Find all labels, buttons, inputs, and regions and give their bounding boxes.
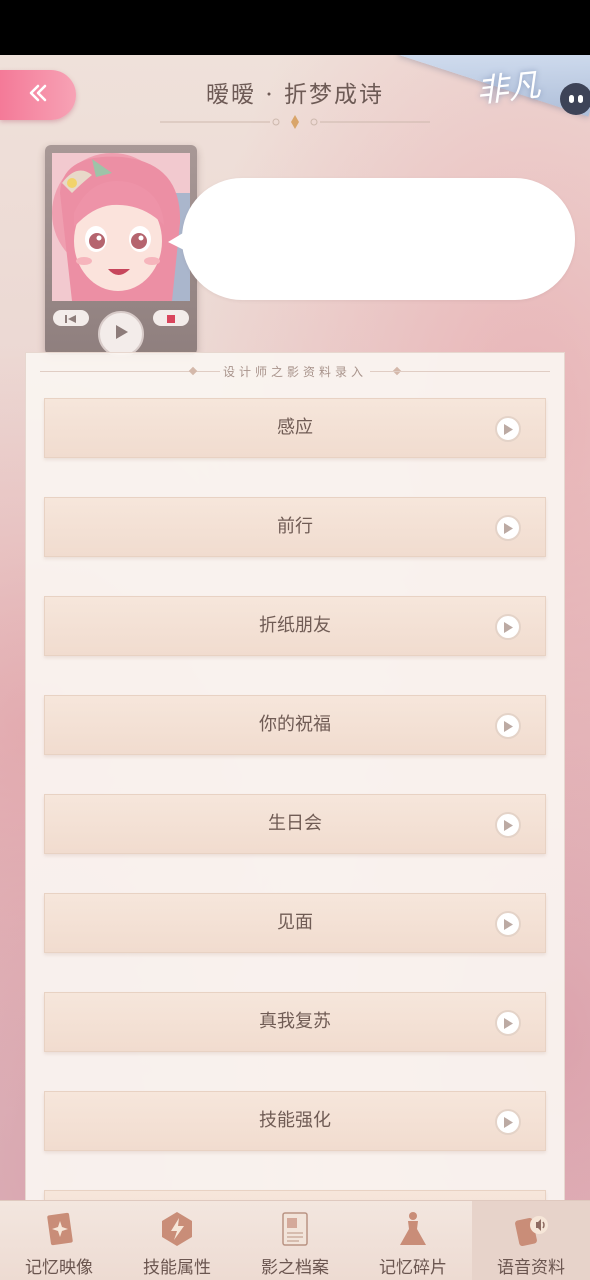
stop-icon [165, 309, 177, 328]
voice-line-label: 技能强化 [259, 1110, 331, 1131]
play-icon [112, 323, 130, 345]
tab-voice-data[interactable]: 语音资料 [472, 1201, 590, 1280]
tab-skill-attributes[interactable]: 技能属性 [118, 1201, 236, 1280]
status-bar [0, 0, 590, 55]
bottom-tab-bar: 记忆映像 技能属性 影之档案 记忆碎片 语音资料 [0, 1200, 590, 1280]
tab-label: 技能属性 [143, 1258, 211, 1278]
stop-button[interactable] [153, 310, 189, 326]
voice-line-item[interactable]: 生日会 [44, 794, 546, 854]
memory-card-icon [39, 1209, 79, 1249]
tab-label: 记忆碎片 [379, 1258, 447, 1278]
voice-line-label: 生日会 [268, 813, 322, 834]
document-icon [275, 1209, 315, 1249]
play-circle-icon[interactable] [495, 614, 521, 640]
play-circle-icon[interactable] [495, 911, 521, 937]
tab-label: 语音资料 [497, 1258, 565, 1278]
mascot-icon[interactable] [560, 83, 590, 115]
title-ornament [160, 115, 430, 129]
voice-line-label: 前行 [277, 516, 313, 537]
character-portrait [52, 153, 190, 301]
previous-button[interactable] [53, 310, 89, 326]
voice-line-item[interactable]: 你的祝福 [44, 695, 546, 755]
play-circle-icon[interactable] [495, 1010, 521, 1036]
voice-line-item[interactable]: 前行 [44, 497, 546, 557]
voice-line-label: 真我复苏 [259, 1011, 331, 1032]
skip-back-icon [65, 309, 77, 328]
tab-label: 记忆映像 [25, 1258, 93, 1278]
dress-icon [393, 1209, 433, 1249]
voice-line-item[interactable]: 折纸朋友 [44, 596, 546, 656]
voice-line-label: 你的祝福 [259, 714, 331, 735]
voice-line-label: 见面 [277, 912, 313, 933]
tab-memory-fragments[interactable]: 记忆碎片 [354, 1201, 472, 1280]
player-controls [45, 305, 197, 357]
play-circle-icon[interactable] [495, 812, 521, 838]
voice-list-panel: 设计师之影资料录入 感应 前行 折纸朋友 你的祝福 生日会 见面 真我复苏 技能… [25, 352, 565, 1280]
speech-bubble [168, 178, 575, 300]
voice-phone-icon [511, 1209, 551, 1249]
play-circle-icon[interactable] [495, 416, 521, 442]
rarity-label: 非凡 [474, 65, 543, 111]
voice-line-label: 感应 [277, 417, 313, 438]
lightning-icon [157, 1209, 197, 1249]
voice-line-item[interactable]: 真我复苏 [44, 992, 546, 1052]
voice-line-label: 折纸朋友 [259, 615, 331, 636]
tab-shadow-archive[interactable]: 影之档案 [236, 1201, 354, 1280]
tab-label: 影之档案 [261, 1258, 329, 1278]
play-button[interactable] [98, 311, 144, 357]
app-screen: 暧暧 · 折梦成诗 非凡 设计师之影资料录入 感应 前行 折纸朋友 你的祝福 生… [0, 55, 590, 1280]
divider [370, 371, 550, 372]
play-circle-icon[interactable] [495, 1109, 521, 1135]
tab-memory-image[interactable]: 记忆映像 [0, 1201, 118, 1280]
voice-line-item[interactable]: 见面 [44, 893, 546, 953]
voice-line-item[interactable]: 技能强化 [44, 1091, 546, 1151]
voice-line-item[interactable]: 感应 [44, 398, 546, 458]
play-circle-icon[interactable] [495, 713, 521, 739]
play-circle-icon[interactable] [495, 515, 521, 541]
